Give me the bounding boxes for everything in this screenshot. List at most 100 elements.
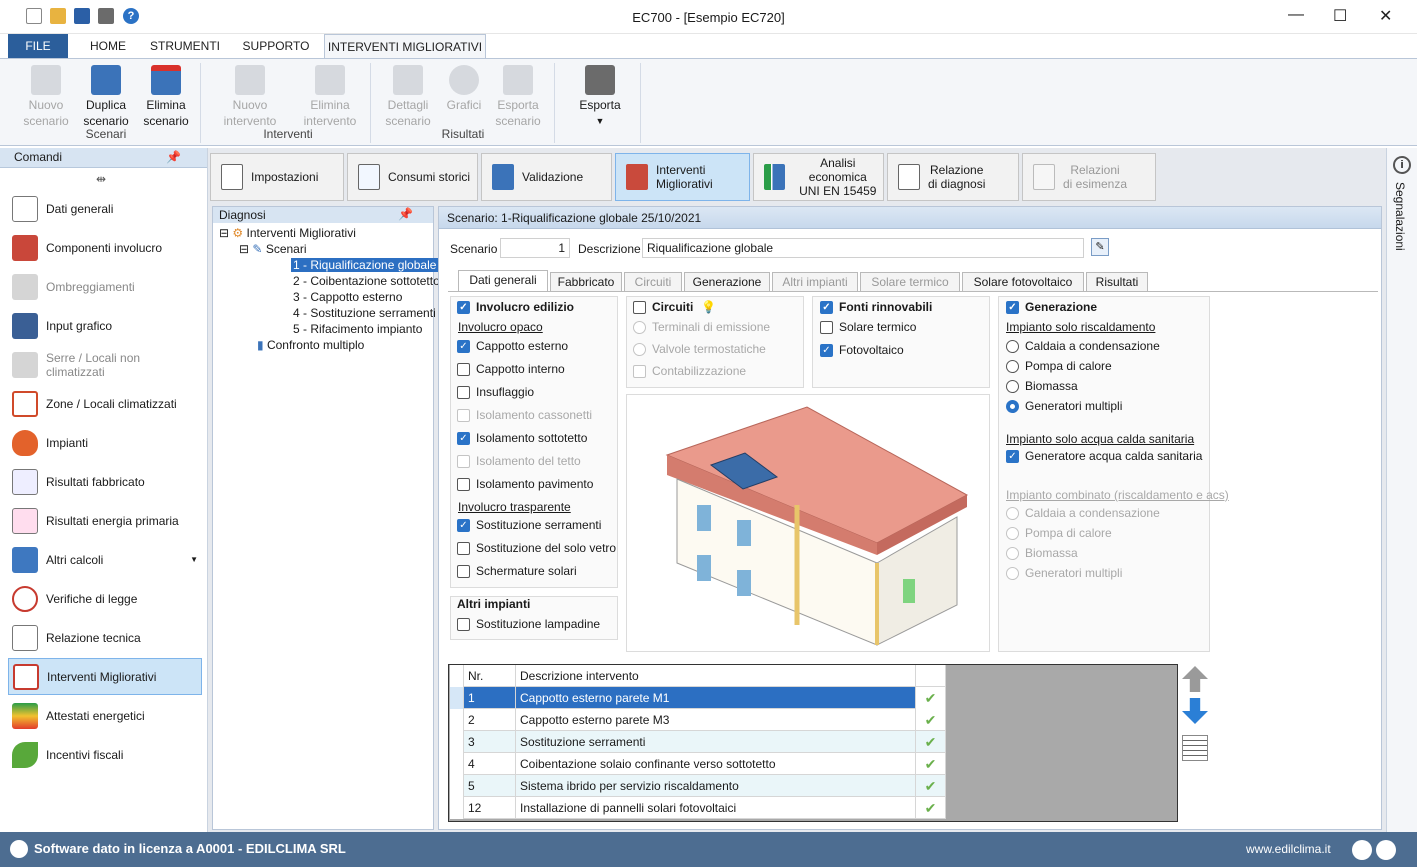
tab-analisi-economica[interactable]: Analisi economica UNI EN 15459 (753, 153, 884, 201)
cmd-risultati-energia[interactable]: Risultati energia primaria (8, 502, 202, 539)
edit-description-icon[interactable]: ✎ (1091, 238, 1109, 256)
cb-insuflaggio[interactable]: Insuflaggio (457, 385, 534, 399)
tab-relazione-diagnosi[interactable]: Relazione di diagnosi (887, 153, 1019, 201)
radio-comb-biomassa[interactable]: Biomassa (1006, 546, 1078, 560)
subtab-altri-impianti[interactable]: Altri impianti (772, 272, 858, 291)
table-row[interactable]: 2 Cappotto esterno parete M3 ✔ (450, 709, 946, 731)
radio-terminali[interactable]: Terminali di emissione (633, 320, 770, 334)
cb-cappotto-interno[interactable]: Cappotto interno (457, 362, 565, 376)
cmd-input-grafico[interactable]: Input grafico (8, 307, 202, 344)
radio-biomassa[interactable]: Biomassa (1006, 379, 1078, 393)
cb-isolamento-pavimento[interactable]: Isolamento pavimento (457, 477, 593, 491)
cb-generatore-acs[interactable]: ✓ Generatore acqua calda sanitaria (1006, 449, 1202, 463)
elimina-scenario-button[interactable]: Elimina scenario (136, 63, 196, 129)
table-row[interactable]: 4 Coibentazione solaio confinante verso s… (450, 753, 946, 775)
tree-item-scenario-3[interactable]: 3 - Cappotto esterno (293, 290, 402, 304)
radio-generatori-multipli[interactable]: Generatori multipli (1006, 399, 1122, 413)
cmd-attestati-energetici[interactable]: Attestati energetici (8, 697, 202, 734)
cb-isolamento-cassonetti[interactable]: Isolamento cassonetti (457, 408, 592, 422)
pin-icon[interactable]: 📌 (166, 150, 181, 164)
cmd-ombreggiamenti[interactable]: Ombreggiamenti (8, 268, 202, 305)
cmd-relazione-tecnica[interactable]: Relazione tecnica (8, 619, 202, 656)
tab-impostazioni[interactable]: Impostazioni (210, 153, 344, 201)
table-row[interactable]: 5 Sistema ibrido per servizio riscaldamen… (450, 775, 946, 797)
cb-isolamento-tetto[interactable]: Isolamento del tetto (457, 454, 581, 468)
cb-solare-termico[interactable]: Solare termico (820, 320, 916, 334)
tree-confronto-multiplo[interactable]: ▮ Confronto multiplo (257, 338, 364, 352)
nuovo-intervento-button[interactable]: Nuovo intervento (220, 63, 280, 129)
subtab-fabbricato[interactable]: Fabbricato (550, 272, 622, 291)
grafici-button[interactable]: Grafici (434, 63, 494, 113)
pin-icon[interactable]: 📌 (398, 207, 413, 221)
radio-comb-multipli[interactable]: Generatori multipli (1006, 566, 1122, 580)
tree-scenari[interactable]: ⊟ ✎ Scenari (239, 242, 307, 256)
cmd-dati-generali[interactable]: Dati generali (8, 190, 202, 227)
esporta-button[interactable]: Esporta ▼ (570, 63, 630, 129)
tree-root[interactable]: ⊟ ⚙ Interventi Migliorativi (219, 226, 356, 240)
cmd-serre[interactable]: Serre / Locali non climatizzati (8, 346, 202, 383)
cmd-incentivi-fiscali[interactable]: Incentivi fiscali (8, 736, 202, 773)
subtab-generazione[interactable]: Generazione (684, 272, 770, 291)
subtab-risultati[interactable]: Risultati (1086, 272, 1148, 291)
cmd-altri-calcoli[interactable]: Altri calcoli ▼ (8, 541, 202, 578)
fonti-checkbox[interactable]: ✓ Fonti rinnovabili (820, 300, 932, 314)
tree-item-scenario-4[interactable]: 4 - Sostituzione serramenti (293, 306, 436, 320)
nuovo-scenario-button[interactable]: Nuovo scenario (16, 63, 76, 129)
dettagli-scenario-button[interactable]: Dettagli scenario (378, 63, 438, 129)
website-link[interactable]: www.edilclima.it (1246, 842, 1331, 856)
tab-file[interactable]: FILE (8, 34, 68, 58)
radio-comb-caldaia[interactable]: Caldaia a condensazione (1006, 506, 1160, 520)
duplica-scenario-button[interactable]: Duplica scenario (76, 63, 136, 129)
subtab-solare-termico[interactable]: Solare termico (860, 272, 960, 291)
involucro-checkbox[interactable]: ✓ Involucro edilizio (457, 300, 574, 314)
subtab-dati-generali[interactable]: Dati generali (458, 270, 548, 291)
cb-schermature-solari[interactable]: Schermature solari (457, 564, 577, 578)
cmd-componenti-involucro[interactable]: Componenti involucro (8, 229, 202, 266)
list-details-icon[interactable] (1182, 735, 1208, 761)
cmd-impianti[interactable]: Impianti (8, 424, 202, 461)
cmd-interventi-migliorativi[interactable]: Interventi Migliorativi (8, 658, 202, 695)
scenario-number-field[interactable]: 1 (500, 238, 570, 258)
table-row[interactable]: 12 Installazione di pannelli solari fotov… (450, 797, 946, 819)
tab-home[interactable]: HOME (78, 34, 138, 58)
tab-strumenti[interactable]: STRUMENTI (142, 34, 228, 58)
subtab-circuiti[interactable]: Circuiti (624, 272, 682, 291)
radio-pompa-calore[interactable]: Pompa di calore (1006, 359, 1112, 373)
tab-consumi-storici[interactable]: Consumi storici (347, 153, 478, 201)
collapse-icon[interactable]: ⊟ (239, 242, 249, 256)
youtube-icon[interactable] (1352, 840, 1372, 860)
radio-comb-pompa[interactable]: Pompa di calore (1006, 526, 1112, 540)
collapse-icon[interactable]: ⊟ (219, 226, 229, 240)
circuiti-checkbox[interactable]: Circuiti 💡 (633, 300, 716, 314)
tab-relazioni-esimenza[interactable]: Relazioni di esimenza (1022, 153, 1156, 201)
elimina-intervento-button[interactable]: Elimina intervento (300, 63, 360, 129)
table-row[interactable]: 3 Sostituzione serramenti ✔ (450, 731, 946, 753)
cb-sostituzione-serramenti[interactable]: ✓ Sostituzione serramenti (457, 518, 601, 532)
cb-isolamento-sottotetto[interactable]: ✓ Isolamento sottotetto (457, 431, 587, 445)
cb-cappotto-esterno[interactable]: ✓ Cappotto esterno (457, 339, 568, 353)
cmd-zone-locali[interactable]: Zone / Locali climatizzati (8, 385, 202, 422)
tab-supporto[interactable]: SUPPORTO (236, 34, 316, 58)
cmd-verifiche-legge[interactable]: Verifiche di legge (8, 580, 202, 617)
radio-valvole[interactable]: Valvole termostatiche (633, 342, 766, 356)
description-field[interactable]: Riqualificazione globale (642, 238, 1084, 258)
minimize-icon[interactable]: — (1288, 6, 1304, 24)
linkedin-icon[interactable] (1376, 840, 1396, 860)
subtab-solare-fotovoltaico[interactable]: Solare fotovoltaico (962, 272, 1084, 291)
tab-interventi[interactable]: Interventi Migliorativi (615, 153, 750, 201)
splitter-icon[interactable]: ⇹ (96, 172, 106, 186)
cb-contabilizzazione[interactable]: Contabilizzazione (633, 364, 746, 378)
cmd-risultati-fabbricato[interactable]: Risultati fabbricato (8, 463, 202, 500)
maximize-icon[interactable]: ☐ (1333, 6, 1347, 26)
tree-item-scenario-1[interactable]: 1 - Riqualificazione globale (291, 258, 439, 272)
segnalazioni-tab[interactable]: Segnalazioni (1393, 182, 1407, 251)
cb-fotovoltaico[interactable]: ✓ Fotovoltaico (820, 343, 904, 357)
tree-item-scenario-2[interactable]: 2 - Coibentazione sottotetto (293, 274, 440, 288)
radio-caldaia[interactable]: Caldaia a condensazione (1006, 339, 1160, 353)
tree-item-scenario-5[interactable]: 5 - Rifacimento impianto (293, 322, 422, 336)
tab-validazione[interactable]: Validazione (481, 153, 612, 201)
cb-sostituzione-vetro[interactable]: Sostituzione del solo vetro (457, 541, 616, 555)
info-icon[interactable]: i (1393, 156, 1411, 174)
close-icon[interactable]: ✕ (1379, 6, 1392, 26)
esporta-scenario-button[interactable]: Esporta scenario (488, 63, 548, 129)
